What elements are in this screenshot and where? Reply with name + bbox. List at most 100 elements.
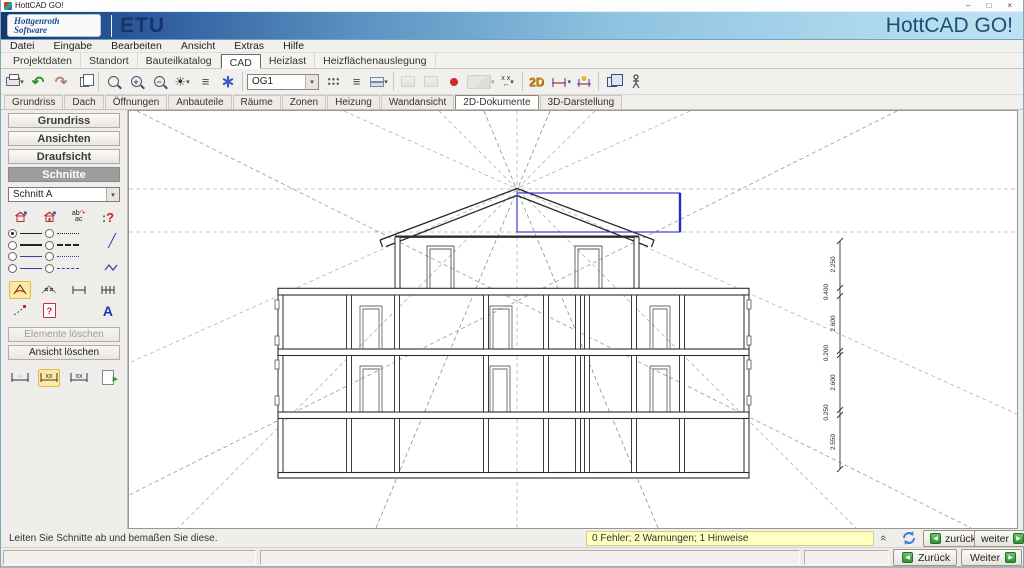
next-button[interactable]: Weiter ▶ <box>961 549 1022 566</box>
tab-heizlast[interactable]: Heizlast <box>261 53 315 68</box>
wall-tool-button[interactable] <box>398 72 418 92</box>
page-question-mark: ? <box>47 306 53 316</box>
cube-3d-icon <box>607 77 617 87</box>
line-style-radio-8[interactable] <box>45 264 54 273</box>
section-selection-rect[interactable] <box>517 193 680 232</box>
dimension-labels: 2.250 0.400 2.600 0.200 2.600 0.250 2.55… <box>823 256 837 450</box>
dimension-single-button[interactable] <box>68 281 90 299</box>
line-style-radio-5[interactable] <box>45 229 54 238</box>
wall-corner-tool-button[interactable] <box>421 72 441 92</box>
menu-item-extras[interactable]: Extras <box>234 40 264 52</box>
line-style-radio-6[interactable] <box>45 241 54 250</box>
doors <box>360 306 670 412</box>
sidebar-button-ansichten[interactable]: Ansichten <box>8 131 120 146</box>
undo-button[interactable]: ↶ <box>28 72 48 92</box>
dim-format-dots-button[interactable]: ·· <box>9 369 31 387</box>
derive-section-all-button[interactable] <box>38 208 60 226</box>
viewtab-dach[interactable]: Dach <box>64 95 103 109</box>
level-combobox[interactable]: OG1 ▾ <box>247 74 319 90</box>
svg-text:0.200: 0.200 <box>823 344 830 361</box>
close-button[interactable]: × <box>1007 1 1012 11</box>
menu-item-datei[interactable]: Datei <box>10 40 35 52</box>
brightness-button[interactable]: ☀▾ <box>172 72 192 92</box>
delete-elements-button[interactable]: Elemente löschen <box>8 327 120 342</box>
tab-heizflaechenauslegung[interactable]: Heizflächenauslegung <box>315 53 435 68</box>
move-labels-button[interactable]: x x ↔ ▾ <box>498 72 518 92</box>
dimension-chain-button[interactable] <box>97 281 119 299</box>
line-style-radio-7[interactable] <box>45 252 54 261</box>
rename-button[interactable]: ab↷ ac <box>68 208 90 226</box>
section-combobox[interactable]: Schnitt A ▾ <box>8 187 120 202</box>
dim-format-xx-button[interactable]: xx <box>68 369 90 387</box>
dim-format-xx-active-button[interactable]: xx <box>38 369 60 387</box>
line-style-radio-3[interactable] <box>8 252 17 261</box>
svg-text:0.400: 0.400 <box>823 283 830 300</box>
delete-view-button[interactable]: Ansicht löschen <box>8 345 120 360</box>
export-view-button[interactable] <box>97 369 119 387</box>
viewtab-2d-dokumente[interactable]: 2D-Dokumente <box>455 95 538 109</box>
interior-walls <box>347 295 685 473</box>
next-small-button[interactable]: weiter ▶ <box>974 530 1024 547</box>
tab-standort[interactable]: Standort <box>81 53 138 68</box>
display-options-button[interactable]: ≡ <box>195 72 215 92</box>
viewtab-zonen[interactable]: Zonen <box>282 95 326 109</box>
zoom-out-icon: − <box>154 76 165 87</box>
labels-2d-button[interactable]: 2D <box>527 72 547 92</box>
view-3d-button[interactable] <box>603 72 623 92</box>
help-button[interactable]: :? <box>97 208 119 226</box>
menu-item-hilfe[interactable]: Hilfe <box>283 40 304 52</box>
zoom-in-button[interactable]: + <box>126 72 146 92</box>
viewtab-3d-darstellung[interactable]: 3D-Darstellung <box>540 95 623 109</box>
menu-item-eingabe[interactable]: Eingabe <box>54 40 93 52</box>
combobox-arrow-icon[interactable]: ▾ <box>106 188 119 201</box>
derive-section-button[interactable] <box>9 208 31 226</box>
sidebar-button-grundriss[interactable]: Grundriss <box>8 113 120 128</box>
tab-bauteilkatalog[interactable]: Bauteilkatalog <box>138 53 221 68</box>
sidebar-button-schnitte[interactable]: Schnitte <box>8 167 120 182</box>
viewtab-anbauteile[interactable]: Anbauteile <box>168 95 231 109</box>
dimension-button[interactable]: ▾ <box>550 72 572 92</box>
regenerate-button[interactable]: ∗ <box>218 72 238 92</box>
viewtab-raeume[interactable]: Räume <box>233 95 281 109</box>
tab-cad[interactable]: CAD <box>221 54 261 69</box>
print-button[interactable]: ▾ <box>5 72 25 92</box>
back-button[interactable]: ◀ Zurück <box>893 549 957 566</box>
walkthrough-3d-button[interactable] <box>626 72 646 92</box>
grid-snap-button[interactable] <box>323 72 343 92</box>
viewtab-wandansicht[interactable]: Wandansicht <box>381 95 454 109</box>
storey-list-button[interactable]: ≡ <box>346 72 366 92</box>
drawing-canvas[interactable]: 2.250 0.400 2.600 0.200 2.600 0.250 2.55… <box>128 110 1018 529</box>
measure-angle-button[interactable] <box>9 281 31 299</box>
copy-view-button[interactable] <box>74 72 94 92</box>
viewtab-grundriss[interactable]: Grundriss <box>4 95 63 109</box>
measure-chain-button[interactable] <box>38 281 60 299</box>
menu-item-ansicht[interactable]: Ansicht <box>181 40 215 52</box>
text-tool-button[interactable]: A <box>97 302 119 320</box>
storey-visibility-button[interactable]: ▾ <box>369 72 389 92</box>
draw-polyline-button[interactable] <box>104 263 120 272</box>
zoom-window-button[interactable] <box>103 72 123 92</box>
redo-button[interactable]: ↷ <box>51 72 71 92</box>
menu-item-bearbeiten[interactable]: Bearbeiten <box>111 40 162 52</box>
viewtab-heizung[interactable]: Heizung <box>327 95 380 109</box>
alarm-button[interactable] <box>444 72 464 92</box>
toolbar: ▾ ↶ ↷ + − ☀▾ ≡ ∗ OG1 ▾ ≡ ▾ ▾ <box>1 69 1023 95</box>
dimension-settings-button[interactable] <box>574 72 594 92</box>
maximize-button[interactable]: □ <box>986 1 991 11</box>
dim-comb-icon <box>100 284 116 295</box>
report-button[interactable]: ? <box>38 302 60 320</box>
viewtab-oeffnungen[interactable]: Öffnungen <box>105 95 168 109</box>
line-style-radio-1[interactable] <box>8 229 17 238</box>
combobox-arrow-icon[interactable]: ▾ <box>305 75 318 89</box>
sketch-line-button[interactable] <box>9 302 31 320</box>
collapse-chevron-icon[interactable]: « <box>877 535 889 541</box>
line-style-radio-4[interactable] <box>8 264 17 273</box>
tab-projektdaten[interactable]: Projektdaten <box>5 53 81 68</box>
draw-line-button[interactable]: ╱ <box>108 233 116 249</box>
sidebar-button-draufsicht[interactable]: Draufsicht <box>8 149 120 164</box>
line-style-radio-2[interactable] <box>8 241 17 250</box>
background-image-button[interactable]: ▾ <box>467 72 495 92</box>
zoom-out-button[interactable]: − <box>149 72 169 92</box>
chain-dim-icon <box>41 283 57 296</box>
minimize-button[interactable]: – <box>966 1 970 11</box>
